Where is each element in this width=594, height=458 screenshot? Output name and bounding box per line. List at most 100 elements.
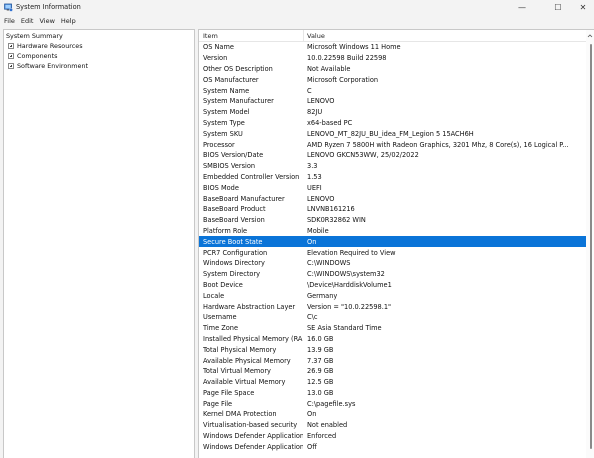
table-row[interactable]: System Model 82JU [199, 107, 587, 118]
row-value-cell: Microsoft Corporation [307, 75, 379, 84]
table-row[interactable]: Version 10.0.22598 Build 22598 [199, 53, 587, 64]
table-row[interactable]: OS Name Microsoft Windows 11 Home [199, 42, 587, 53]
row-item-cell: Total Virtual Memory [203, 367, 271, 376]
table-row[interactable]: Kernel DMA Protection On [199, 409, 587, 420]
tree-item-system-summary[interactable]: System Summary [6, 31, 63, 40]
expand-icon[interactable] [8, 52, 14, 59]
table-row[interactable]: Windows Directory C:\WINDOWS [199, 258, 587, 269]
row-value-cell: UEFI [307, 183, 322, 192]
details-table: Item Value OS Name Microsoft Windows 11 H… [198, 29, 594, 458]
row-item-cell: System Manufacturer [203, 97, 274, 106]
row-item-cell: Version [203, 54, 228, 63]
row-item-cell: BaseBoard Manufacturer [203, 194, 285, 203]
table-row[interactable]: BaseBoard Version SDK0R32862 WIN [199, 215, 587, 226]
table-row[interactable]: PCR7 Configuration Elevation Required to … [199, 247, 587, 258]
table-row[interactable]: Processor AMD Ryzen 7 5800H with Radeon G… [199, 139, 587, 150]
tree-item-components[interactable]: Components [8, 51, 57, 60]
row-value-cell: C:\pagefile.sys [307, 399, 356, 408]
table-row[interactable]: Secure Boot State On [199, 236, 587, 248]
row-value-cell: LENOVO [307, 97, 335, 106]
system-information-icon [4, 3, 13, 12]
table-row[interactable]: Time Zone SE Asia Standard Time [199, 323, 587, 334]
tree-item-label: Components [17, 51, 58, 60]
row-item-cell: Kernel DMA Protection [203, 410, 277, 419]
table-row[interactable]: System Manufacturer LENOVO [199, 96, 587, 107]
table-row[interactable]: System Name C [199, 85, 587, 96]
row-item-cell: Windows Defender Application... [203, 432, 303, 441]
menu-view[interactable]: View [36, 17, 57, 25]
tree-item-label: Hardware Resources [17, 41, 83, 50]
row-item-cell: Boot Device [203, 280, 243, 289]
row-value-cell: AMD Ryzen 7 5800H with Radeon Graphics, … [307, 140, 569, 149]
row-value-cell: SE Asia Standard Time [307, 324, 382, 333]
row-value-cell: Enforced [307, 432, 337, 441]
row-item-cell: Time Zone [203, 324, 239, 333]
scrollbar-thumb[interactable] [589, 44, 592, 449]
row-value-cell: 13.0 GB [307, 388, 334, 397]
row-value-cell: 82JU [307, 108, 323, 117]
table-row[interactable]: Username C\c [199, 312, 587, 323]
table-row[interactable]: Virtualisation-based security Not enabled [199, 420, 587, 431]
table-row[interactable]: Embedded Controller Version 1.53 [199, 172, 587, 183]
column-header-value[interactable]: Value [307, 32, 325, 40]
chevron-up-icon[interactable] [587, 33, 593, 39]
table-row[interactable]: OS Manufacturer Microsoft Corporation [199, 74, 587, 85]
row-item-cell: Locale [203, 291, 225, 300]
table-row[interactable]: Windows Defender Application... Enforced [199, 431, 587, 442]
table-row[interactable]: Page File C:\pagefile.sys [199, 398, 587, 409]
expand-icon[interactable] [8, 62, 14, 69]
table-row[interactable]: Available Physical Memory 7.37 GB [199, 355, 587, 366]
row-item-cell: OS Name [203, 43, 234, 52]
table-row[interactable]: System Directory C:\WINDOWS\system32 [199, 269, 587, 280]
row-value-cell: LENOVO GKCN53WW, 25/02/2022 [307, 151, 419, 160]
row-value-cell: 13.9 GB [307, 345, 334, 354]
table-row[interactable]: Windows Defender Application... Off [199, 441, 587, 452]
table-row[interactable]: System Type x64-based PC [199, 118, 587, 129]
table-row[interactable]: Total Virtual Memory 26.9 GB [199, 366, 587, 377]
row-value-cell: C:\WINDOWS [307, 259, 351, 268]
row-value-cell: LENOVO_MT_82JU_BU_idea_FM_Legion 5 15ACH… [307, 129, 474, 138]
menu-file[interactable]: File [0, 17, 18, 25]
window-title: System Information [16, 3, 81, 11]
tree-item-hardware-resources[interactable]: Hardware Resources [8, 41, 83, 50]
row-item-cell: OS Manufacturer [203, 75, 259, 84]
table-body: OS Name Microsoft Windows 11 Home Version 1… [199, 42, 587, 452]
row-value-cell: Not enabled [307, 421, 348, 430]
row-value-cell: LENOVO [307, 194, 335, 203]
row-item-cell: Windows Defender Application... [203, 442, 303, 451]
row-item-cell: PCR7 Configuration [203, 248, 268, 257]
table-row[interactable]: Locale Germany [199, 290, 587, 301]
row-value-cell: 16.0 GB [307, 334, 334, 343]
row-value-cell: C [307, 86, 312, 95]
close-button[interactable]: ✕ [572, 0, 594, 15]
row-value-cell: Elevation Required to View [307, 248, 396, 257]
table-row[interactable]: Total Physical Memory 13.9 GB [199, 344, 587, 355]
row-value-cell: C:\WINDOWS\system32 [307, 270, 385, 279]
minimize-button[interactable]: — [508, 0, 536, 15]
tree-item-software-environment[interactable]: Software Environment [8, 61, 88, 70]
table-row[interactable]: System SKU LENOVO_MT_82JU_BU_idea_FM_Legi… [199, 128, 587, 139]
table-row[interactable]: Page File Space 13.0 GB [199, 388, 587, 399]
maximize-button[interactable]: ☐ [544, 0, 572, 15]
row-value-cell: On [307, 237, 317, 246]
table-row[interactable]: Installed Physical Memory (RAM) 16.0 GB [199, 334, 587, 345]
row-item-cell: System Name [203, 86, 250, 95]
table-row[interactable]: SMBIOS Version 3.3 [199, 161, 587, 172]
table-row[interactable]: Platform Role Mobile [199, 226, 587, 237]
table-row[interactable]: BaseBoard Manufacturer LENOVO [199, 193, 587, 204]
table-row[interactable]: BaseBoard Product LNVNB161216 [199, 204, 587, 215]
table-row[interactable]: BIOS Mode UEFI [199, 182, 587, 193]
menu-edit[interactable]: Edit [18, 17, 37, 25]
table-row[interactable]: Boot Device \Device\HarddiskVolume1 [199, 280, 587, 291]
vertical-scrollbar[interactable] [586, 30, 594, 458]
table-row[interactable]: BIOS Version/Date LENOVO GKCN53WW, 25/02/… [199, 150, 587, 161]
menu-help[interactable]: Help [58, 17, 79, 25]
expand-icon[interactable] [8, 42, 14, 49]
column-header-item[interactable]: Item [203, 32, 218, 40]
table-row[interactable]: Available Virtual Memory 12.5 GB [199, 377, 587, 388]
tree-item-label: Software Environment [17, 61, 89, 70]
column-divider[interactable] [303, 30, 304, 42]
table-row[interactable]: Other OS Description Not Available [199, 64, 587, 75]
table-row[interactable]: Hardware Abstraction Layer Version = "10.… [199, 301, 587, 312]
row-value-cell: Off [307, 442, 317, 451]
